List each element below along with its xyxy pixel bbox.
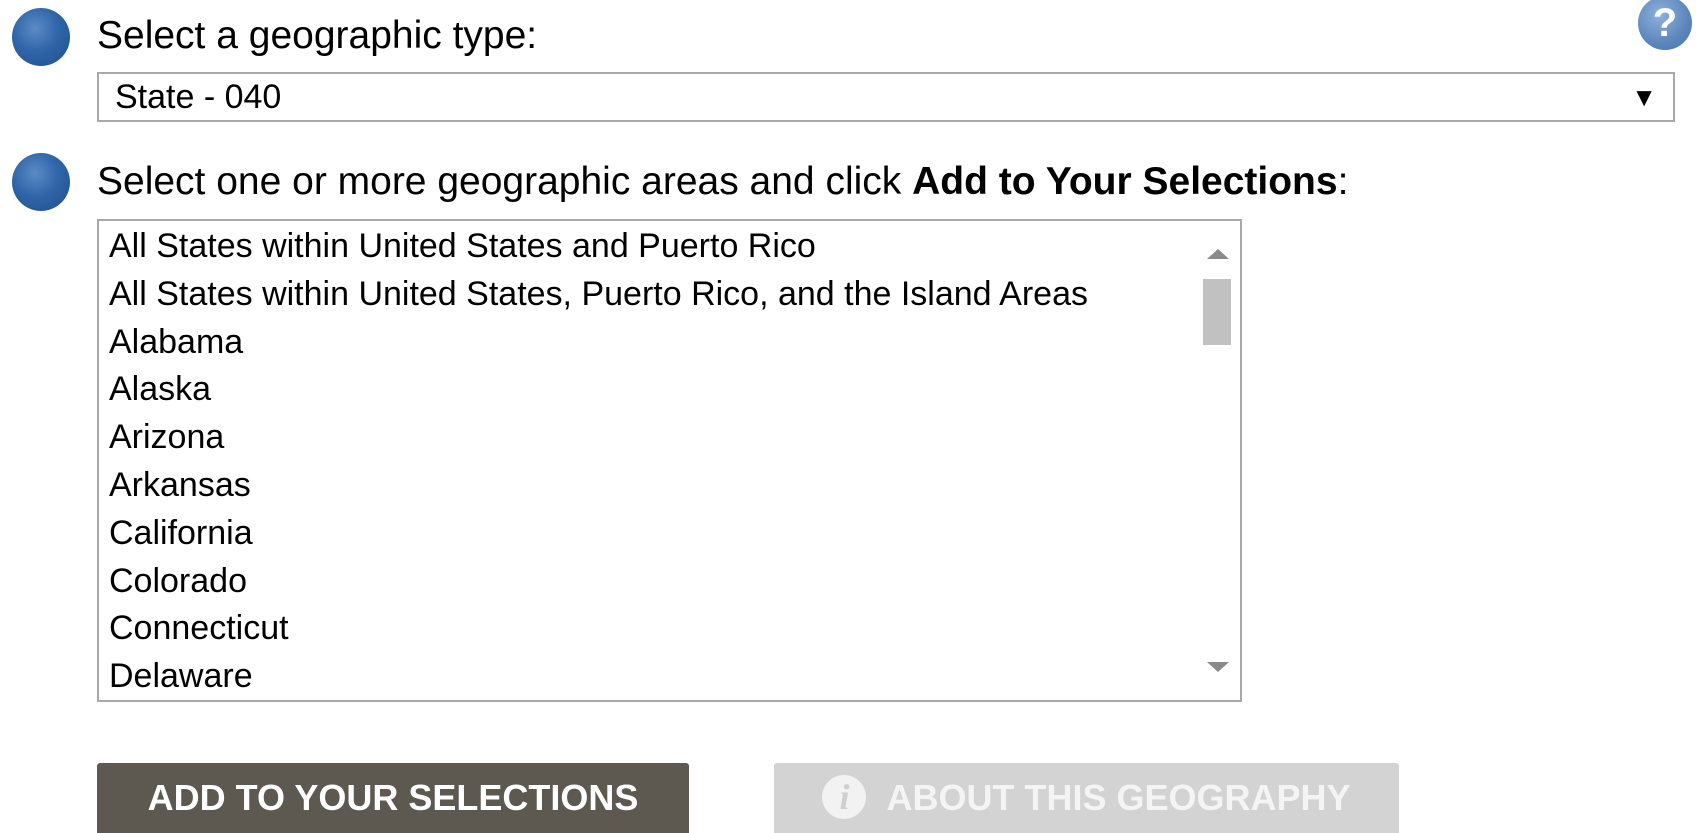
help-icon-glyph: ?	[1638, 0, 1692, 50]
listbox-scrollbar[interactable]	[1194, 221, 1240, 700]
triangle-down-icon: ▼	[1631, 82, 1657, 112]
info-icon: i	[822, 775, 867, 820]
step-1-bullet-icon	[12, 8, 70, 66]
geographic-type-selected-value: State - 040	[115, 78, 282, 116]
geographic-type-label: Select a geographic type:	[97, 14, 538, 57]
list-item[interactable]: California	[109, 510, 1190, 558]
geographic-type-select[interactable]: State - 040 ▼	[97, 72, 1675, 122]
geographic-areas-list: All States within United States and Puer…	[109, 223, 1190, 700]
list-item[interactable]: Colorado	[109, 558, 1190, 606]
geographic-areas-label-bold: Add to Your Selections	[912, 160, 1338, 203]
step-2-bullet-icon	[12, 153, 70, 211]
list-item[interactable]: Arizona	[109, 414, 1190, 462]
list-item[interactable]: Alaska	[109, 366, 1190, 414]
about-this-geography-button[interactable]: i ABOUT THIS GEOGRAPHY	[774, 763, 1399, 833]
scroll-down-arrow-icon[interactable]	[1207, 662, 1229, 672]
list-item[interactable]: Arkansas	[109, 462, 1190, 510]
geographic-areas-label-prefix: Select one or more geographic areas and …	[97, 160, 913, 203]
list-item[interactable]: Alabama	[109, 319, 1190, 367]
geographic-areas-label-suffix: :	[1337, 160, 1349, 203]
list-item[interactable]: All States within United States, Puerto …	[109, 271, 1190, 319]
add-to-selections-button[interactable]: ADD TO YOUR SELECTIONS	[97, 763, 689, 833]
scroll-up-arrow-icon[interactable]	[1207, 249, 1229, 259]
list-item[interactable]: Connecticut	[109, 605, 1190, 653]
help-icon[interactable]: ?	[1638, 0, 1696, 50]
about-this-geography-label: ABOUT THIS GEOGRAPHY	[886, 777, 1351, 818]
geographic-areas-label: Select one or more geographic areas and …	[97, 160, 1348, 204]
scrollbar-thumb[interactable]	[1203, 279, 1231, 345]
list-item[interactable]: All States within United States and Puer…	[109, 223, 1190, 271]
list-item[interactable]: Delaware	[109, 653, 1190, 700]
geographic-areas-listbox[interactable]: All States within United States and Puer…	[97, 219, 1242, 702]
